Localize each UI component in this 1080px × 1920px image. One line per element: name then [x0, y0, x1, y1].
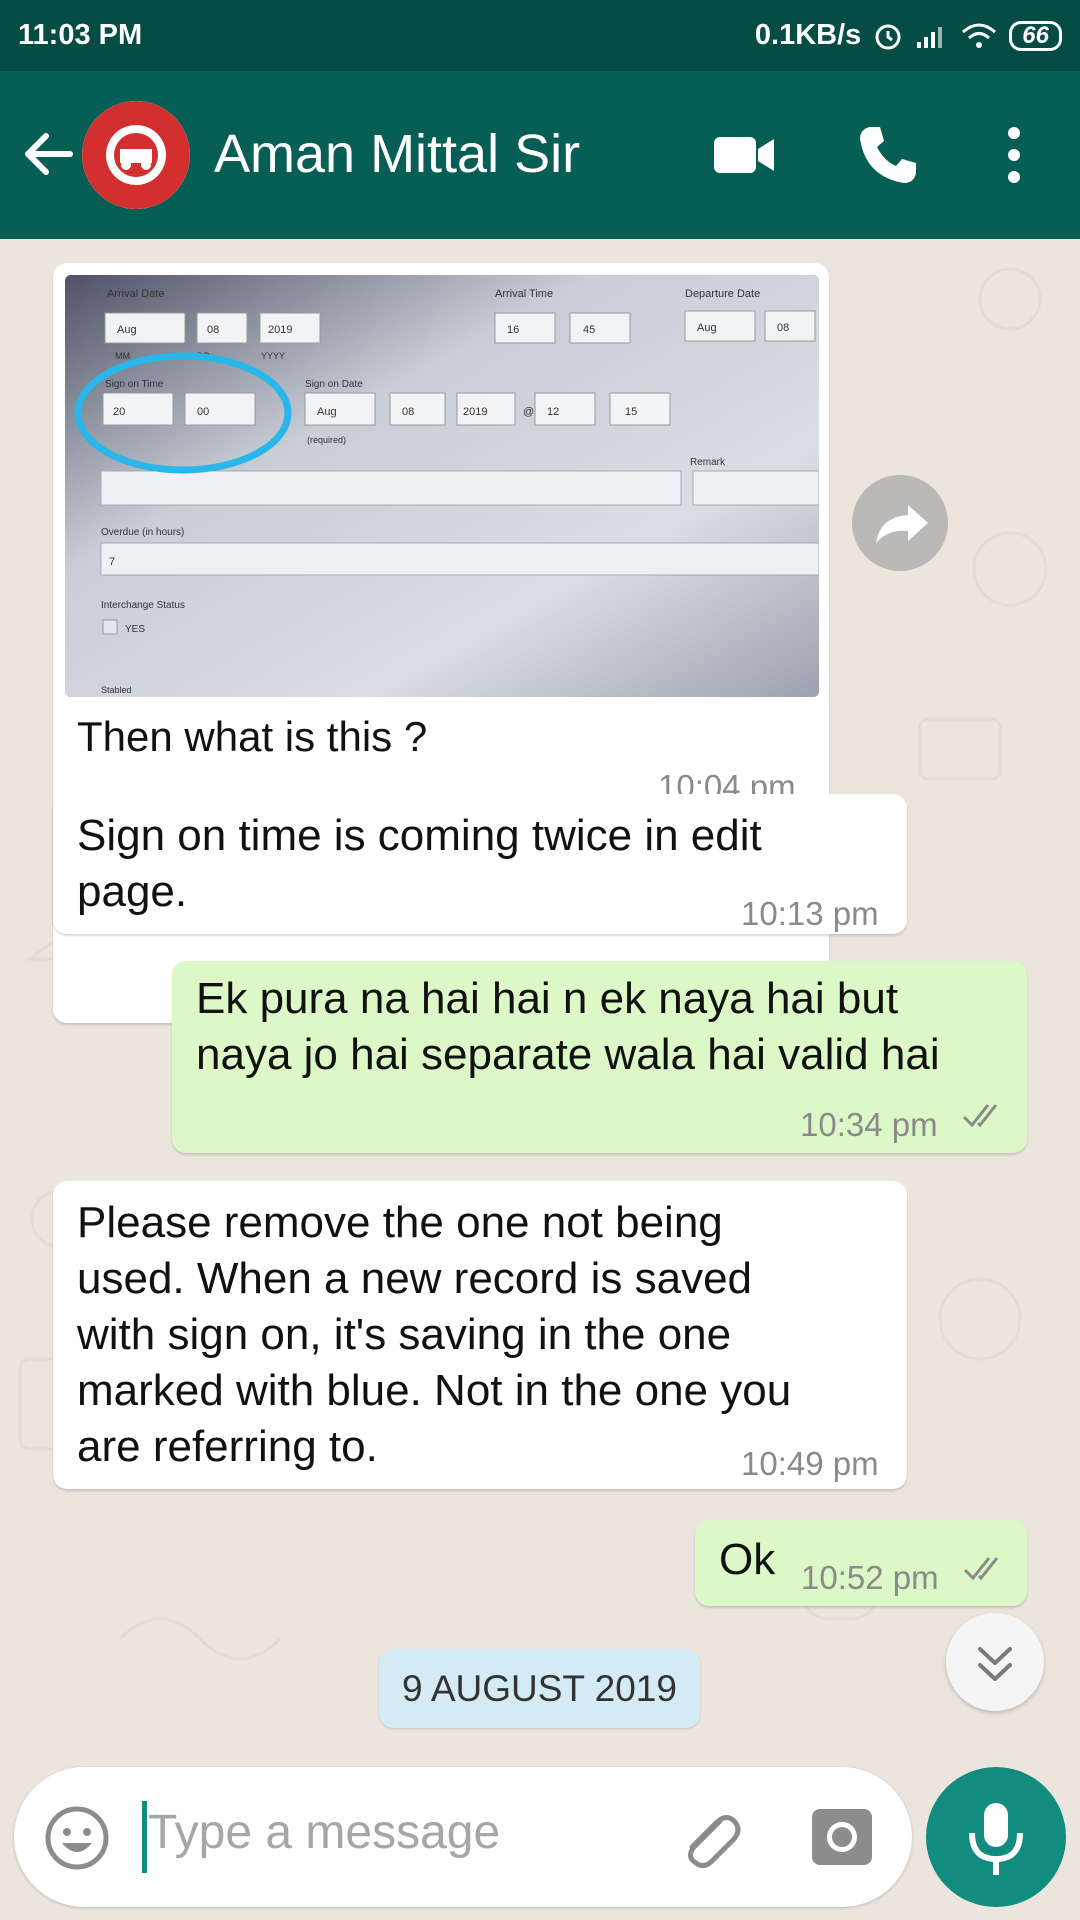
message-input-bar: Type a message	[14, 1767, 912, 1907]
label-remark: Remark	[690, 457, 726, 468]
field-arr-hour: 16	[507, 324, 519, 336]
label-sign-on-time: Sign on Time	[105, 379, 164, 390]
field-arr-year: 2019	[268, 324, 292, 336]
video-call-icon[interactable]	[712, 131, 776, 179]
battery-icon: 66	[1009, 20, 1062, 51]
field-sod-month: Aug	[317, 406, 337, 418]
alarm-icon	[875, 24, 901, 49]
phone-icon[interactable]	[856, 123, 920, 187]
field-arr-min: 45	[583, 324, 595, 336]
attach-icon[interactable]	[674, 1803, 744, 1873]
message-line: Sign on time is coming twice in edit	[77, 811, 762, 860]
field-sod-hour: 12	[547, 406, 559, 418]
back-arrow-icon[interactable]	[20, 126, 76, 182]
field-overdue: 7	[109, 556, 115, 568]
label-stabled: Stabled	[101, 685, 132, 695]
net-speed: 0.1KB/s	[754, 19, 862, 51]
avatar[interactable]	[82, 101, 190, 209]
status-bar: 11:03 PM 0.1KB/s 66	[0, 0, 1080, 71]
message-incoming[interactable]: Sign on time is coming twice in edit pag…	[53, 794, 907, 934]
field-sot-hour: 20	[113, 406, 125, 418]
message-outgoing[interactable]: Ek pura na hai hai n ek naya hai but nay…	[172, 961, 1027, 1153]
form-screenshot-image: Arrival Date Arrival Time Departure Date…	[65, 275, 819, 697]
message-line: marked with blue. Not in the one you	[77, 1366, 792, 1415]
label-interchange: Interchange Status	[101, 600, 185, 611]
field-sod-year: 2019	[463, 406, 487, 418]
signal-icon	[917, 26, 943, 48]
message-line: are referring to.	[77, 1422, 378, 1471]
message-outgoing[interactable]: Ok 10:52 pm	[695, 1520, 1027, 1606]
more-vert-icon[interactable]	[996, 123, 1032, 187]
image-caption: Then what is this ?	[77, 713, 428, 760]
emoji-icon[interactable]	[44, 1805, 110, 1871]
label-arrival-date: Arrival Date	[107, 288, 164, 300]
message-line: naya jo hai separate wala hai valid hai	[196, 1030, 940, 1079]
message-line: with sign on, it's saving in the one	[77, 1310, 732, 1359]
field-arr-day: 08	[207, 324, 219, 336]
label-yyyy: YYYY	[261, 351, 285, 361]
status-time: 11:03 PM	[18, 19, 143, 51]
text-cursor	[142, 1801, 147, 1873]
field-sod-min: 15	[625, 406, 637, 418]
chat-area[interactable]: Arrival Date Arrival Time Departure Date…	[0, 239, 1080, 1760]
date-separator: 9 AUGUST 2019	[379, 1649, 700, 1728]
scroll-to-bottom-button[interactable]	[946, 1613, 1044, 1711]
message-line: page.	[77, 867, 188, 916]
message-input[interactable]: Type a message	[148, 1805, 500, 1860]
double-chevron-down-icon	[978, 1647, 1012, 1681]
label-arrival-time: Arrival Time	[495, 288, 553, 300]
message-time: 10:13 pm	[741, 895, 879, 932]
label-yes: YES	[125, 624, 145, 635]
forward-button[interactable]	[852, 475, 948, 571]
field-sod-at: @	[523, 406, 534, 418]
status-indicators: 0.1KB/s 66	[755, 19, 1062, 52]
message-time: 10:49 pm	[741, 1445, 879, 1482]
chat-header: Aman Mittal Sir	[0, 71, 1080, 239]
field-dep-day: 08	[777, 322, 789, 334]
field-arr-month: Aug	[117, 324, 137, 336]
label-departure-date: Departure Date	[685, 288, 760, 300]
read-ticks-icon	[963, 1557, 999, 1581]
contact-name[interactable]: Aman Mittal Sir	[214, 123, 580, 185]
wifi-icon	[962, 23, 997, 48]
battery-level: 66	[1022, 21, 1049, 49]
forward-icon	[876, 505, 928, 543]
indian-railways-logo-icon	[82, 101, 190, 209]
microphone-icon	[969, 1803, 1023, 1875]
read-ticks-icon	[962, 1104, 998, 1128]
message-line: Ek pura na hai hai n ek naya hai but	[196, 974, 899, 1023]
label-sign-on-date: Sign on Date	[305, 379, 363, 390]
message-time: 10:34 pm	[800, 1106, 938, 1143]
message-incoming[interactable]: Please remove the one not being used. Wh…	[53, 1181, 907, 1489]
field-sot-min: 00	[197, 406, 209, 418]
message-time: 10:52 pm	[801, 1559, 939, 1596]
message-line: Please remove the one not being	[77, 1198, 723, 1247]
field-sod-day: 08	[402, 406, 414, 418]
message-line: used. When a new record is saved	[77, 1254, 753, 1303]
message-image[interactable]: Arrival Date Arrival Time Departure Date…	[65, 275, 819, 697]
message-line: Ok	[719, 1535, 776, 1584]
mic-button[interactable]	[926, 1767, 1066, 1907]
camera-icon[interactable]	[810, 1807, 874, 1867]
field-dep-month: Aug	[697, 322, 717, 334]
label-required: (required)	[307, 435, 346, 445]
label-mm: MM	[115, 351, 130, 361]
label-overdue: Overdue (in hours)	[101, 527, 184, 538]
